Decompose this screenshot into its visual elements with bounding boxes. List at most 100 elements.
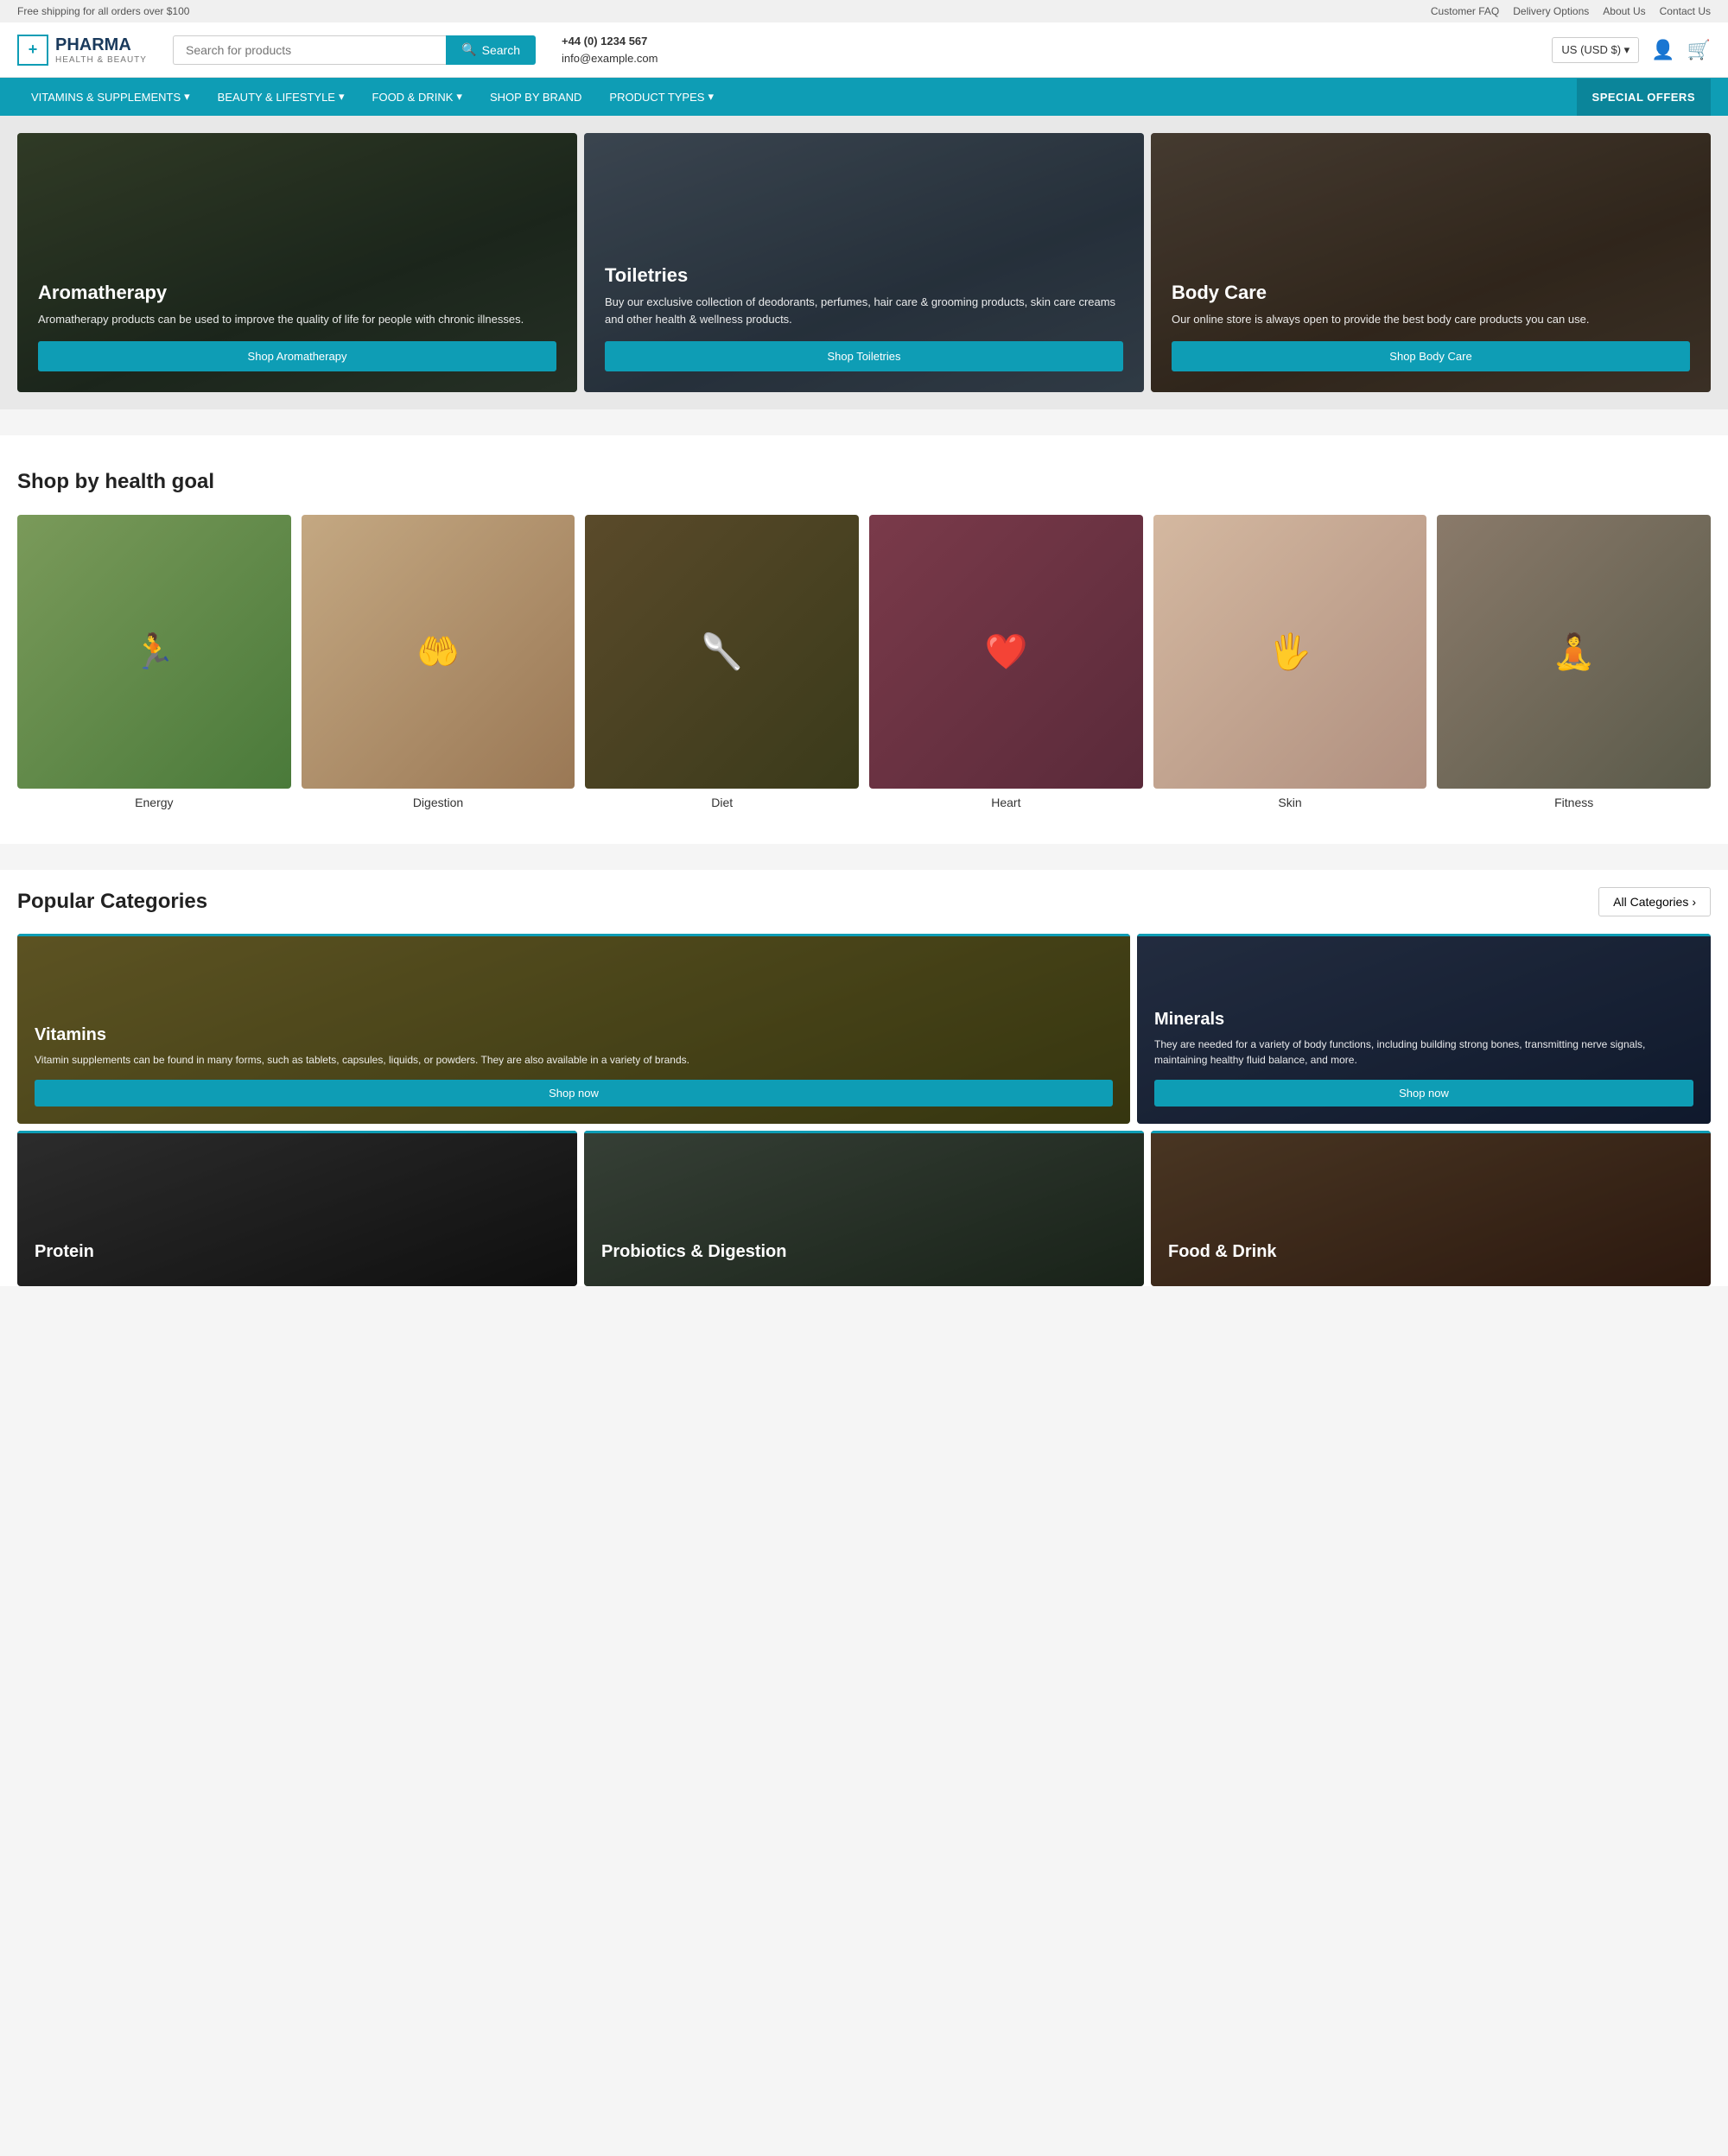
categories-section: Popular Categories All Categories › Vita… <box>0 870 1728 1286</box>
health-goal-diet-label: Diet <box>585 796 859 809</box>
heart-icon: ❤️ <box>869 515 1143 789</box>
logo-text: PHARMA HEALTH & BEAUTY <box>55 35 147 66</box>
health-goal-diet[interactable]: 🥄 Diet <box>585 515 859 809</box>
vitamins-title: Vitamins <box>35 1025 1113 1045</box>
top-bar: Free shipping for all orders over $100 C… <box>0 0 1728 22</box>
health-goal-energy-img: 🏃 <box>17 515 291 789</box>
brand-sub: HEALTH & BEAUTY <box>55 55 147 66</box>
nav-item-product-types[interactable]: PRODUCT TYPES ▾ <box>595 78 727 116</box>
health-goal-heart-img: ❤️ <box>869 515 1143 789</box>
energy-icon: 🏃 <box>17 515 291 789</box>
diet-icon: 🥄 <box>585 515 859 789</box>
hero-card-toiletries: Toiletries Buy our exclusive collection … <box>584 133 1144 392</box>
hero-section: Aromatherapy Aromatherapy products can b… <box>0 116 1728 409</box>
protein-accent <box>17 1131 577 1133</box>
probiotics-accent <box>584 1131 1144 1133</box>
health-goal-heart[interactable]: ❤️ Heart <box>869 515 1143 809</box>
hero-bodycare-title: Body Care <box>1172 282 1690 304</box>
hero-toiletries-button[interactable]: Shop Toiletries <box>605 341 1123 371</box>
skin-icon: 🖐️ <box>1153 515 1427 789</box>
customer-faq-link[interactable]: Customer FAQ <box>1431 5 1499 17</box>
health-goal-fitness-img: 🧘 <box>1437 515 1711 789</box>
nav-item-vitamins[interactable]: VITAMINS & SUPPLEMENTS ▾ <box>17 78 204 116</box>
health-goal-skin-label: Skin <box>1153 796 1427 809</box>
currency-selector[interactable]: US (USD $) ▾ <box>1552 37 1639 63</box>
health-goal-diet-img: 🥄 <box>585 515 859 789</box>
category-card-vitamins: Vitamins Vitamin supplements can be foun… <box>17 934 1130 1124</box>
about-us-link[interactable]: About Us <box>1603 5 1645 17</box>
category-card-protein: Protein <box>17 1131 577 1286</box>
minerals-shop-button[interactable]: Shop now <box>1154 1080 1693 1107</box>
account-icon[interactable]: 👤 <box>1651 39 1674 61</box>
chevron-down-icon: ▾ <box>184 90 190 104</box>
hero-toiletries-desc: Buy our exclusive collection of deodoran… <box>605 294 1123 327</box>
phone-number: +44 (0) 1234 567 <box>562 33 658 50</box>
category-card-minerals: Minerals They are needed for a variety o… <box>1137 934 1711 1124</box>
protein-title: Protein <box>35 1242 560 1262</box>
digestion-icon: 🤲 <box>302 515 575 789</box>
email-address: info@example.com <box>562 50 658 67</box>
health-goal-digestion[interactable]: 🤲 Digestion <box>302 515 575 809</box>
minerals-accent <box>1137 934 1711 936</box>
top-bar-links: Customer FAQ Delivery Options About Us C… <box>1431 5 1711 17</box>
hero-aromatherapy-title: Aromatherapy <box>38 282 556 304</box>
categories-title: Popular Categories <box>17 890 207 914</box>
search-input[interactable] <box>173 35 446 65</box>
fooddrink-accent <box>1151 1131 1711 1133</box>
logo: + PHARMA HEALTH & BEAUTY <box>17 35 156 66</box>
brand-name: PHARMA <box>55 35 147 55</box>
delivery-options-link[interactable]: Delivery Options <box>1513 5 1589 17</box>
vitamins-accent <box>17 934 1130 936</box>
health-goals-section: Shop by health goal 🏃 Energy 🤲 Digestion… <box>0 435 1728 844</box>
hero-toiletries-title: Toiletries <box>605 264 1123 287</box>
header-right: US (USD $) ▾ 👤 🛒 <box>1552 37 1711 63</box>
health-goals-title: Shop by health goal <box>17 470 1711 494</box>
category-card-fooddrink: Food & Drink <box>1151 1131 1711 1286</box>
health-goal-fitness[interactable]: 🧘 Fitness <box>1437 515 1711 809</box>
currency-label: US (USD $) <box>1561 43 1621 56</box>
health-goal-skin[interactable]: 🖐️ Skin <box>1153 515 1427 809</box>
health-goal-fitness-label: Fitness <box>1437 796 1711 809</box>
search-button[interactable]: 🔍 Search <box>446 35 536 65</box>
search-bar: 🔍 Search <box>173 35 536 65</box>
header: + PHARMA HEALTH & BEAUTY 🔍 Search +44 (0… <box>0 22 1728 78</box>
nav-item-food[interactable]: FOOD & DRINK ▾ <box>359 78 476 116</box>
main-nav: VITAMINS & SUPPLEMENTS ▾ BEAUTY & LIFEST… <box>0 78 1728 116</box>
nav-special-offers[interactable]: SPECIAL OFFERS <box>1577 79 1711 116</box>
nav-item-brand[interactable]: SHOP BY BRAND <box>476 79 595 116</box>
health-goal-skin-img: 🖐️ <box>1153 515 1427 789</box>
currency-arrow: ▾ <box>1624 43 1630 56</box>
fooddrink-title: Food & Drink <box>1168 1242 1693 1262</box>
contact-info: +44 (0) 1234 567 info@example.com <box>562 33 658 67</box>
health-goal-digestion-label: Digestion <box>302 796 575 809</box>
hero-aromatherapy-desc: Aromatherapy products can be used to imp… <box>38 311 556 328</box>
category-card-probiotics: Probiotics & Digestion <box>584 1131 1144 1286</box>
contact-us-link[interactable]: Contact Us <box>1660 5 1711 17</box>
logo-icon: + <box>17 35 48 66</box>
search-icon: 🔍 <box>461 42 476 57</box>
minerals-title: Minerals <box>1154 1010 1693 1030</box>
hero-card-bodycare: Body Care Our online store is always ope… <box>1151 133 1711 392</box>
categories-header: Popular Categories All Categories › <box>17 887 1711 916</box>
health-goal-digestion-img: 🤲 <box>302 515 575 789</box>
minerals-desc: They are needed for a variety of body fu… <box>1154 1037 1693 1068</box>
hero-bodycare-button[interactable]: Shop Body Care <box>1172 341 1690 371</box>
chevron-right-icon: › <box>1692 895 1696 909</box>
chevron-down-icon: ▾ <box>708 90 714 104</box>
nav-item-beauty[interactable]: BEAUTY & LIFESTYLE ▾ <box>204 78 359 116</box>
shipping-text: Free shipping for all orders over $100 <box>17 5 189 17</box>
vitamins-desc: Vitamin supplements can be found in many… <box>35 1052 1113 1068</box>
cart-icon[interactable]: 🛒 <box>1687 39 1711 61</box>
chevron-down-icon: ▾ <box>339 90 345 104</box>
health-goal-energy[interactable]: 🏃 Energy <box>17 515 291 809</box>
health-goal-energy-label: Energy <box>17 796 291 809</box>
all-categories-button[interactable]: All Categories › <box>1598 887 1711 916</box>
vitamins-shop-button[interactable]: Shop now <box>35 1080 1113 1107</box>
probiotics-title: Probiotics & Digestion <box>601 1242 1127 1262</box>
categories-bottom-row: Protein Probiotics & Digestion Food & Dr… <box>17 1131 1711 1286</box>
chevron-down-icon: ▾ <box>456 90 462 104</box>
hero-bodycare-desc: Our online store is always open to provi… <box>1172 311 1690 328</box>
hero-aromatherapy-button[interactable]: Shop Aromatherapy <box>38 341 556 371</box>
fitness-icon: 🧘 <box>1437 515 1711 789</box>
hero-card-aromatherapy: Aromatherapy Aromatherapy products can b… <box>17 133 577 392</box>
